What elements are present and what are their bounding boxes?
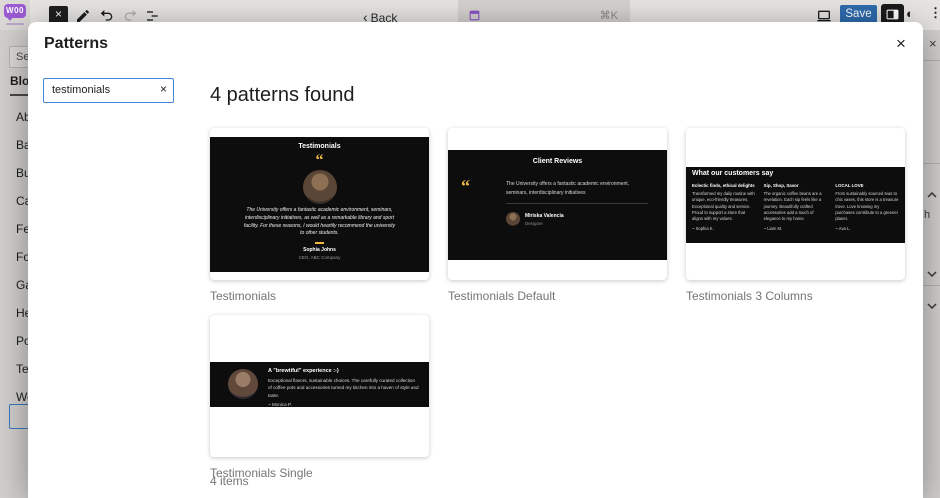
patterns-search-input[interactable] — [44, 79, 152, 101]
column-text: The organic coffee beans are a revelatio… — [764, 191, 828, 222]
patterns-explorer-modal: Patterns × × 4 patterns found Testimonia… — [28, 22, 923, 498]
divider — [923, 163, 940, 164]
column-author: ~ Liam M. — [764, 226, 828, 231]
pattern-category-banners[interactable]: Banners — [16, 138, 28, 152]
testimonial-column: LOCAL LOVE From sustainably sourced teas… — [835, 183, 899, 231]
pattern-card-testimonials[interactable]: Testimonials “ The University offers a f… — [210, 128, 429, 303]
explore-all-patterns-button[interactable] — [9, 404, 28, 429]
preview-content: A "brewtiful" experience :-) Exceptional… — [210, 362, 429, 407]
pattern-category-headers[interactable]: Headers — [16, 306, 28, 320]
modal-title: Patterns — [44, 35, 108, 53]
tab-blocks[interactable]: Blocks — [10, 74, 28, 96]
site-logo-tail — [7, 17, 13, 21]
chevron-up-icon[interactable] — [927, 185, 937, 191]
pattern-category-testimonials[interactable]: Testimonials — [16, 362, 28, 376]
column-title: Sip, Shop, Savor — [764, 183, 828, 188]
settings-close-icon[interactable]: × — [929, 36, 937, 51]
site-logo[interactable]: W00 — [0, 0, 30, 30]
testimonial-text: Exceptional flavors, sustainable choices… — [268, 377, 420, 399]
testimonial-author: ~ Monica P. — [268, 402, 420, 407]
pattern-category-about[interactable]: About — [16, 110, 28, 124]
avatar — [228, 369, 258, 399]
pattern-category-footers[interactable]: Footers — [16, 250, 28, 264]
avatar — [506, 212, 520, 226]
pattern-name: Testimonials Default — [448, 289, 667, 303]
block-inserter-panel: Search Blocks About Banners Buttons Call… — [0, 30, 28, 498]
items-count: 4 items — [210, 474, 249, 488]
pattern-preview: A "brewtiful" experience :-) Exceptional… — [210, 315, 429, 457]
pattern-preview: Testimonials “ The University offers a f… — [210, 128, 429, 280]
testimonial-role: Designer — [525, 221, 564, 226]
pattern-category-gallery[interactable]: Gallery — [16, 278, 28, 292]
testimonial-author: Sophia Johns — [210, 247, 429, 253]
settings-label-fragment: h — [924, 209, 930, 221]
divider — [923, 60, 940, 61]
patterns-search-field: × — [43, 78, 174, 103]
modal-close-icon[interactable]: × — [890, 32, 912, 56]
chevron-down-icon[interactable] — [927, 264, 937, 270]
pattern-preview: What our customers say Eclectic finds, e… — [686, 128, 905, 280]
testimonial-text: The University offers a fantastic academ… — [244, 207, 396, 238]
pattern-preview: Client Reviews “ The University offers a… — [448, 128, 667, 280]
divider — [506, 203, 648, 204]
site-logo-dash — [6, 23, 24, 25]
settings-sidebar-toggle-button[interactable] — [881, 4, 904, 24]
pattern-category-woocommerce[interactable]: WooCommerce — [16, 390, 28, 404]
pattern-name: Testimonials — [210, 289, 429, 303]
chevron-down-icon[interactable] — [927, 296, 937, 302]
divider — [315, 242, 324, 244]
column-title: LOCAL LOVE — [835, 183, 899, 188]
settings-sidebar: × h — [923, 30, 940, 498]
pattern-name: Testimonials 3 Columns — [686, 289, 905, 303]
quote-icon: “ — [210, 156, 429, 166]
results-heading: 4 patterns found — [210, 84, 355, 107]
pattern-card-testimonials-3-columns[interactable]: What our customers say Eclectic finds, e… — [686, 128, 905, 303]
testimonial-author: Miriska Valencia — [525, 213, 564, 219]
command-shortcut-hint: ⌘K — [600, 9, 618, 22]
clear-search-icon[interactable]: × — [160, 82, 167, 96]
preview-heading: Testimonials — [210, 143, 429, 150]
quote-icon: “ — [461, 176, 470, 197]
inserter-search-input[interactable]: Search — [9, 46, 28, 68]
divider — [923, 285, 940, 286]
column-author: ~ Sophia K. — [692, 226, 756, 231]
preview-content: Client Reviews “ The University offers a… — [448, 150, 667, 260]
pattern-card-testimonials-single[interactable]: A "brewtiful" experience :-) Exceptional… — [210, 315, 429, 480]
testimonial-role: CEO, ABC Company — [210, 255, 429, 260]
pattern-category-call-to-action[interactable]: Call to Action — [16, 194, 28, 208]
avatar — [303, 170, 337, 204]
column-author: ~ Ava L. — [835, 226, 899, 231]
pattern-category-buttons[interactable]: Buttons — [16, 166, 28, 180]
preview-heading: Client Reviews — [448, 158, 667, 165]
column-title: Eclectic finds, ethical delights — [692, 183, 756, 188]
site-editor-screen: W00 × ‹Back Front Page ⌘K Save — [0, 0, 940, 498]
testimonial-text: The University offers a fantastic academ… — [506, 180, 648, 197]
testimonial-column: Sip, Shop, Savor The organic coffee bean… — [764, 183, 828, 231]
pattern-category-posts[interactable]: Posts — [16, 334, 28, 348]
styles-icon[interactable]: ◐ — [906, 6, 914, 21]
preview-content: What our customers say Eclectic finds, e… — [686, 167, 905, 243]
column-text: From sustainably sourced teas to chic va… — [835, 191, 899, 222]
preview-heading: What our customers say — [692, 170, 773, 177]
preview-content: Testimonials “ The University offers a f… — [210, 137, 429, 272]
options-menu-icon[interactable]: ⋮ — [929, 5, 940, 21]
preview-heading: A "brewtiful" experience :-) — [268, 368, 420, 374]
pattern-card-testimonials-default[interactable]: Client Reviews “ The University offers a… — [448, 128, 667, 303]
testimonial-column: Eclectic finds, ethical delights Transfo… — [692, 183, 756, 231]
sidebar-toggle-icon — [886, 9, 899, 20]
site-logo-icon: W00 — [4, 4, 26, 18]
column-text: Transformed my daily routine with unique… — [692, 191, 756, 222]
pattern-category-featured[interactable]: Featured — [16, 222, 28, 236]
